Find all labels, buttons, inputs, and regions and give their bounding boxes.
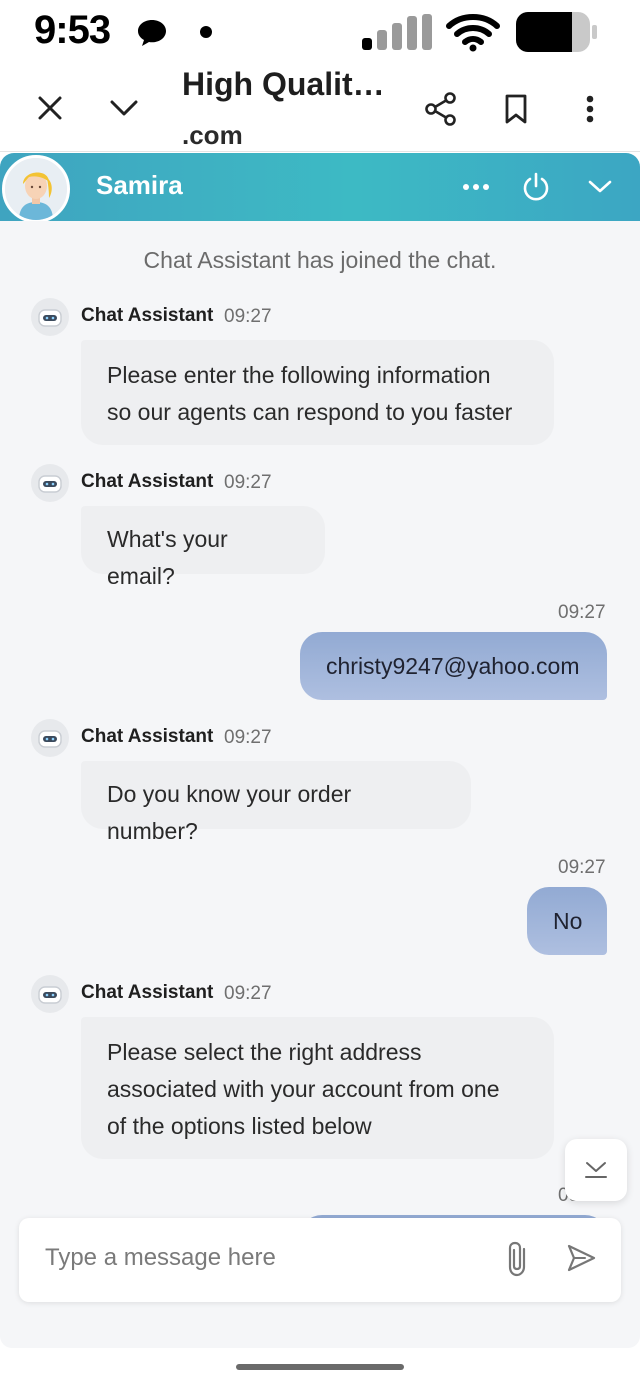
more-vertical-icon[interactable] <box>568 86 612 132</box>
message-text: Do you know your order number? <box>107 781 352 844</box>
message-bubble: Please select the right address associat… <box>81 1017 554 1159</box>
power-icon[interactable] <box>516 167 556 207</box>
message-time: 09:27 <box>224 727 272 748</box>
message-bubble: Do you know your order number? <box>81 761 471 844</box>
close-icon[interactable] <box>28 86 72 130</box>
message-time: 09:27 <box>224 472 272 493</box>
message-bubble: What's your email? <box>81 506 325 589</box>
message-text: No <box>553 908 583 934</box>
minimize-chevron-icon[interactable] <box>580 167 620 207</box>
wifi-icon <box>446 12 500 57</box>
robot-icon <box>31 975 69 1013</box>
message-text: Please enter the following information <box>107 362 491 388</box>
browser-toolbar: High Qualit… .com <box>0 64 640 152</box>
robot-icon <box>31 719 69 757</box>
message-text: Please select the right address <box>107 1039 422 1065</box>
chevron-down-icon[interactable] <box>102 86 146 130</box>
sender-name: Chat Assistant <box>81 305 214 326</box>
message-time: 09:27 <box>558 602 606 623</box>
message-time: 09:27 <box>558 857 606 878</box>
status-time: 9:53 <box>34 8 111 52</box>
robot-icon <box>31 464 69 502</box>
paperclip-icon[interactable] <box>505 1240 533 1283</box>
message-input-bar[interactable]: Type a message here <box>19 1218 621 1302</box>
notification-dot-icon <box>200 26 212 38</box>
bookmark-icon[interactable] <box>494 86 538 132</box>
message-text: so our agents can respond to you faster <box>107 399 513 425</box>
chat-header: Samira <box>0 153 640 223</box>
robot-icon <box>31 298 69 336</box>
message-time: 09:27 <box>224 983 272 1004</box>
system-message: Chat Assistant has joined the chat. <box>143 247 497 273</box>
message-text: christy9247@yahoo.com <box>326 653 580 679</box>
share-icon[interactable] <box>418 86 464 132</box>
sender-name: Chat Assistant <box>81 982 214 1003</box>
sender-name: Chat Assistant <box>81 726 214 747</box>
more-horizontal-icon[interactable] <box>456 167 496 207</box>
scroll-to-bottom-button[interactable] <box>565 1139 627 1201</box>
battery-icon <box>516 12 598 57</box>
message-text: of the options listed below <box>107 1113 372 1139</box>
message-text: What's your email? <box>107 526 228 589</box>
page-domain: .com <box>182 120 243 150</box>
message-time: 09:27 <box>224 306 272 327</box>
chat-transcript[interactable]: Chat Assistant has joined the chat. Chat… <box>0 221 640 1348</box>
sender-name: Chat Assistant <box>81 471 214 492</box>
message-input[interactable]: Type a message here <box>45 1244 276 1272</box>
agent-avatar <box>2 155 70 223</box>
message-bubble: Please enter the following information s… <box>81 340 554 445</box>
send-icon[interactable] <box>565 1242 597 1279</box>
user-message-bubble: christy9247@yahoo.com <box>300 632 607 700</box>
status-bar: 9:53 <box>0 0 640 64</box>
home-indicator[interactable] <box>236 1364 404 1370</box>
chevron-down-line-icon <box>585 1162 607 1178</box>
signal-icon <box>362 14 432 50</box>
chat-bubble-icon <box>136 18 168 53</box>
message-text: associated with your account from one <box>107 1076 500 1102</box>
page-title: High Qualit… <box>182 66 385 102</box>
agent-name: Samira <box>96 170 183 200</box>
user-message-bubble: No <box>527 887 607 955</box>
